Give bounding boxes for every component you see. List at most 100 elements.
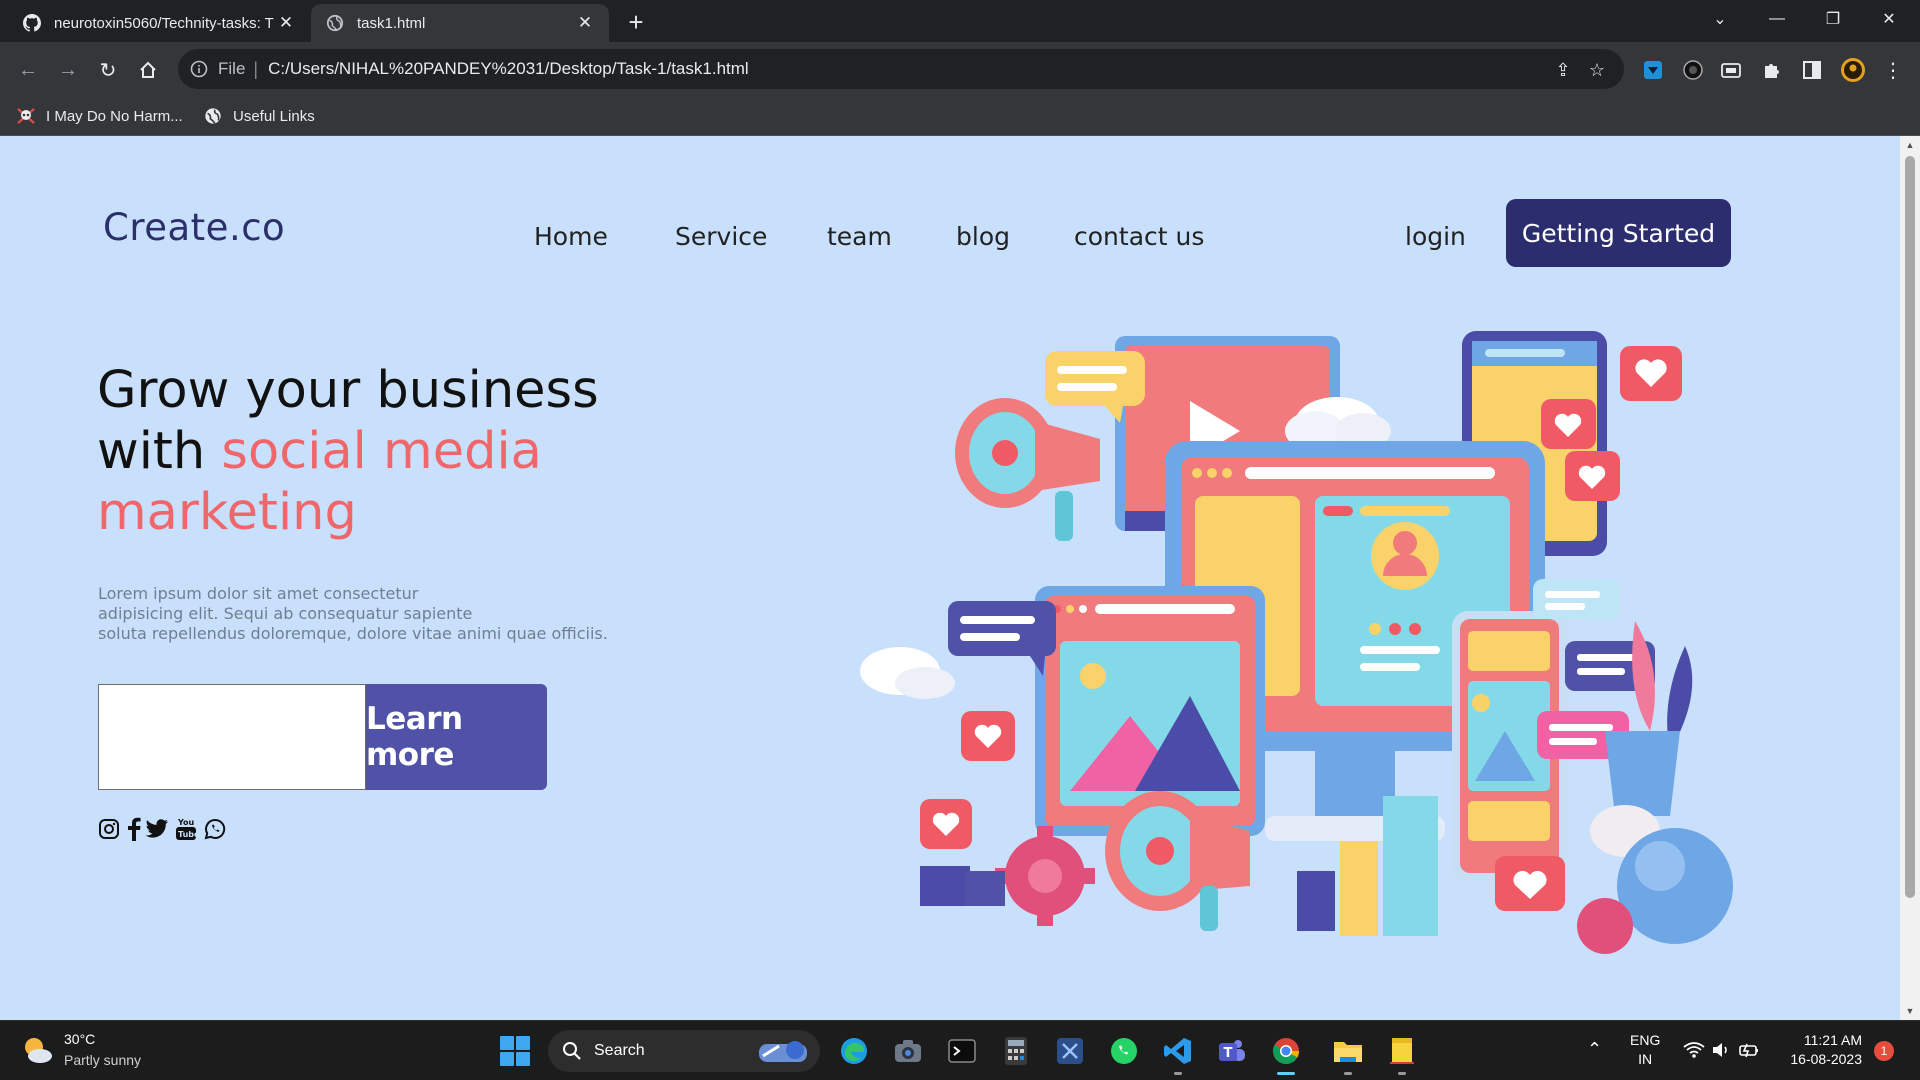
- calculator-icon[interactable]: [998, 1033, 1034, 1069]
- share-icon[interactable]: ⇪: [1550, 57, 1576, 83]
- skull-icon: [16, 106, 36, 126]
- site-logo[interactable]: Create.co: [103, 206, 285, 249]
- gear-icon: [995, 826, 1095, 926]
- hero-title: Grow your business with social media mar…: [97, 360, 717, 543]
- new-tab-button[interactable]: +: [622, 7, 650, 37]
- heart-icon: [1541, 399, 1596, 449]
- tab-task1[interactable]: task1.html ✕: [311, 4, 609, 42]
- teams-icon[interactable]: T: [1214, 1033, 1250, 1069]
- info-icon[interactable]: [188, 58, 210, 80]
- email-input[interactable]: [98, 684, 366, 790]
- nav-blog[interactable]: blog: [956, 222, 1010, 251]
- running-indicator: [1344, 1072, 1352, 1075]
- running-indicator: [1398, 1072, 1406, 1075]
- side-panel-icon[interactable]: [1799, 57, 1825, 83]
- address-scheme: File: [218, 59, 246, 78]
- scroll-up-arrow-icon[interactable]: ▲: [1905, 140, 1915, 150]
- github-icon: [22, 13, 42, 33]
- hero-title-line2: with social media: [97, 421, 717, 482]
- hero-title-accent: marketing: [97, 483, 357, 542]
- hero-title-with: with: [97, 422, 206, 481]
- forward-icon[interactable]: →: [52, 54, 84, 86]
- snipping-icon[interactable]: [1052, 1033, 1088, 1069]
- menu-icon[interactable]: ⋮: [1880, 57, 1906, 83]
- instagram-icon[interactable]: [96, 816, 122, 842]
- globe-icon: [325, 13, 345, 33]
- getting-started-button[interactable]: Getting Started: [1506, 199, 1731, 267]
- battery-icon[interactable]: [1738, 1041, 1760, 1062]
- svg-text:Tube: Tube: [178, 830, 197, 839]
- active-indicator: [1277, 1072, 1295, 1075]
- running-indicator: [1174, 1072, 1182, 1075]
- address-bar[interactable]: File | C:/Users/NIHAL%20PANDEY%2031/Desk…: [178, 49, 1624, 89]
- terminal-icon[interactable]: [944, 1033, 980, 1069]
- page-scrollbar[interactable]: ▲ ▼: [1900, 136, 1920, 1020]
- close-icon[interactable]: ✕: [575, 13, 595, 33]
- tab-label: neurotoxin5060/Technity-tasks: T: [54, 14, 274, 32]
- nav-home[interactable]: Home: [534, 222, 608, 251]
- sticky-notes-icon[interactable]: [1384, 1033, 1420, 1075]
- reload-icon[interactable]: ↻: [92, 54, 124, 86]
- close-window-button[interactable]: ✕: [1862, 0, 1916, 38]
- clock[interactable]: 11:21 AM 16-08-2023: [1772, 1031, 1862, 1069]
- clock-date: 16-08-2023: [1790, 1051, 1862, 1067]
- heart-icon: [920, 799, 972, 849]
- language-line: ENG: [1630, 1032, 1661, 1048]
- vscode-icon[interactable]: [1160, 1033, 1196, 1075]
- partly-sunny-icon[interactable]: [20, 1035, 54, 1065]
- nav-contact-us[interactable]: contact us: [1074, 222, 1204, 251]
- address-separator: |: [253, 58, 259, 79]
- edge-icon[interactable]: [836, 1033, 872, 1069]
- clock-time: 11:21 AM: [1803, 1032, 1862, 1048]
- learn-more-button[interactable]: Learn more: [366, 684, 547, 790]
- webpage: Create.co Home Service team blog contact…: [0, 136, 1900, 1020]
- back-icon[interactable]: ←: [12, 54, 44, 86]
- youtube-icon[interactable]: You Tube: [173, 816, 199, 842]
- hero-text-line: Lorem ipsum dolor sit amet consectetur: [98, 584, 419, 603]
- weather-description[interactable]: Partly sunny: [64, 1052, 141, 1068]
- scroll-down-arrow-icon[interactable]: ▼: [1905, 1006, 1915, 1016]
- whatsapp-icon[interactable]: [1106, 1033, 1142, 1069]
- chevron-up-icon[interactable]: ⌃: [1587, 1039, 1602, 1060]
- extensions-puzzle-icon[interactable]: [1759, 57, 1785, 83]
- volume-icon[interactable]: [1711, 1041, 1731, 1062]
- extension-icon[interactable]: [1718, 57, 1744, 83]
- extension-icon[interactable]: [1680, 57, 1706, 83]
- wifi-icon[interactable]: [1683, 1041, 1705, 1062]
- extension-icon[interactable]: [1640, 57, 1666, 83]
- camera-icon[interactable]: [890, 1033, 926, 1069]
- bookmark-item[interactable]: Useful Links: [203, 105, 315, 127]
- language-indicator[interactable]: ENG IN: [1630, 1031, 1660, 1069]
- start-button[interactable]: [500, 1036, 530, 1066]
- heart-icon: [961, 711, 1015, 761]
- bookmark-item[interactable]: I May Do No Harm...: [16, 105, 183, 127]
- restore-button[interactable]: ❐: [1806, 0, 1860, 38]
- home-icon[interactable]: [132, 54, 164, 86]
- nav-team[interactable]: team: [827, 222, 892, 251]
- login-link[interactable]: login: [1405, 222, 1466, 251]
- windows-taskbar: 30°C Partly sunny Search T ⌃ ENG IN 11:2…: [0, 1020, 1920, 1080]
- taskbar-search[interactable]: Search: [548, 1030, 820, 1072]
- bookmark-star-icon[interactable]: ☆: [1584, 57, 1610, 83]
- chrome-icon[interactable]: [1268, 1033, 1304, 1075]
- svg-text:You: You: [177, 818, 195, 827]
- social-media-illustration: [860, 331, 1733, 954]
- scroll-thumb[interactable]: [1905, 156, 1915, 898]
- notification-badge[interactable]: 1: [1874, 1041, 1894, 1061]
- hero-text-line: adipisicing elit. Sequi ab consequatur s…: [98, 604, 473, 623]
- profile-avatar[interactable]: [1840, 57, 1866, 83]
- minimize-button[interactable]: —: [1750, 0, 1804, 38]
- whatsapp-icon[interactable]: [202, 816, 228, 842]
- chat-bubble: [1533, 579, 1619, 619]
- close-icon[interactable]: ✕: [276, 13, 296, 33]
- twitter-icon[interactable]: [144, 816, 170, 842]
- bookmark-label: I May Do No Harm...: [46, 107, 183, 125]
- file-explorer-icon[interactable]: [1330, 1033, 1366, 1075]
- search-label: Search: [594, 1042, 645, 1059]
- weather-temperature[interactable]: 30°C: [64, 1031, 95, 1047]
- language-line: IN: [1638, 1051, 1653, 1067]
- tab-search-icon[interactable]: ⌄: [1693, 0, 1747, 38]
- nav-service[interactable]: Service: [675, 222, 767, 251]
- heart-icon: [1495, 856, 1565, 911]
- tab-github[interactable]: neurotoxin5060/Technity-tasks: T ✕: [8, 4, 310, 42]
